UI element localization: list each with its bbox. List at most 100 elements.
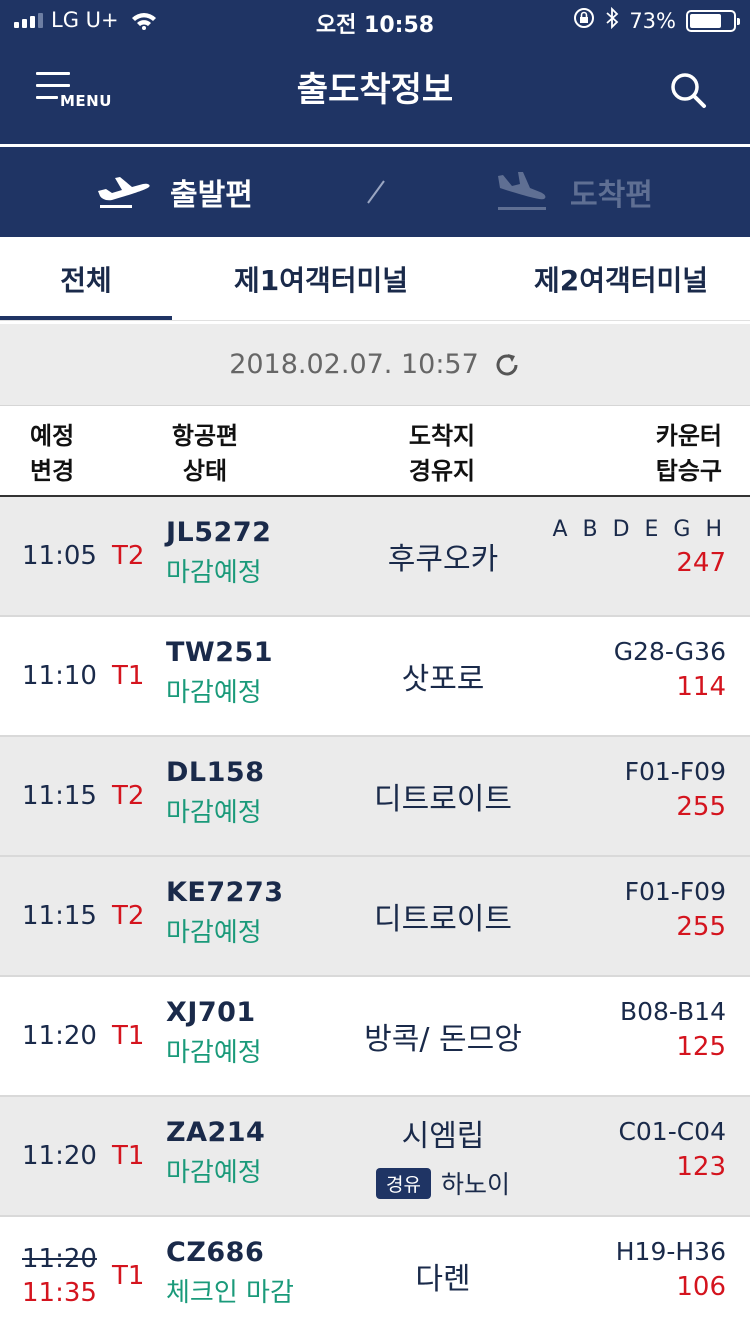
scheduled-time: 11:10 <box>22 661 97 691</box>
flight-row[interactable]: 11:20 T1 XJ701 마감예정 방콕/ 돈므앙 B08-B14 125 <box>0 977 750 1097</box>
counter: F01-F09 <box>624 877 726 906</box>
col-destination-header: 도착지 경유지 <box>408 422 476 485</box>
counter-gate: C01-C04 123 <box>618 1117 726 1182</box>
tab-all[interactable]: 전체 <box>0 237 172 321</box>
scheduled-time: 11:15 <box>22 901 97 931</box>
departures-label: 출발편 <box>170 178 253 213</box>
app-header: MENU 출도착정보 <box>0 40 750 144</box>
destination: 시엠립 경유 하노이 <box>300 1097 586 1215</box>
gate: 247 <box>676 548 726 578</box>
col-flight-header: 항공편 상태 <box>171 422 239 485</box>
counter: C01-C04 <box>618 1117 726 1146</box>
gate: 255 <box>676 912 726 942</box>
toggle-divider <box>367 180 385 204</box>
bluetooth-icon <box>605 6 619 34</box>
terminal-label: T1 <box>112 661 145 691</box>
gate: 106 <box>676 1272 726 1302</box>
flight-row[interactable]: 11:05 T2 JL5272 마감예정 후쿠오카 A B D E G H 24… <box>0 497 750 617</box>
mode-toggle: 출발편 도착편 <box>0 147 750 237</box>
tab-terminal-1[interactable]: 제1여객터미널 <box>210 237 432 321</box>
scheduled-time: 11:05 <box>22 541 97 571</box>
flight-row[interactable]: 11:10 T1 TW251 마감예정 삿포로 G28-G36 114 <box>0 617 750 737</box>
flight-status: 마감예정 <box>166 918 262 948</box>
flight-number: XJ701 <box>166 997 256 1028</box>
departures-toggle[interactable]: 출발편 <box>96 165 253 219</box>
flight-info: JL5272 마감예정 <box>166 517 271 589</box>
terminal-label: T1 <box>112 1261 145 1291</box>
counter-gate: B08-B14 125 <box>620 997 726 1062</box>
via-city: 하노이 <box>440 1170 510 1199</box>
original-time: 11:20 <box>22 1244 97 1274</box>
flight-status: 마감예정 <box>166 558 262 588</box>
updated-time: 2018.02.07. 10:57 <box>229 349 479 380</box>
flight-number: JL5272 <box>166 517 272 548</box>
scheduled-time: 11:15 <box>22 781 97 811</box>
flight-number: DL158 <box>166 757 265 788</box>
terminal-label: T2 <box>112 781 145 811</box>
changed-time: 11:35 <box>22 1278 97 1308</box>
orientation-lock-icon <box>573 7 595 34</box>
terminal-label: T1 <box>112 1141 145 1171</box>
destination: 삿포로 <box>401 662 485 697</box>
col-time-header: 예정 변경 <box>30 422 75 485</box>
flight-status: 마감예정 <box>166 1038 262 1068</box>
flight-info: TW251 마감예정 <box>166 637 273 709</box>
destination: 방콕/ 돈므앙 <box>364 1022 522 1057</box>
flight-row[interactable]: 11:20 T1 ZA214 마감예정 시엠립 경유 하노이 C01-C04 1… <box>0 1097 750 1217</box>
destination: 디트로이트 <box>374 782 512 817</box>
flight-number: TW251 <box>166 637 274 668</box>
status-bar: LG U+ 오전 10:58 73% <box>0 0 750 40</box>
scheduled-time: 11:20 11:35 <box>22 1217 97 1334</box>
flight-row[interactable]: 11:15 T2 DL158 마감예정 디트로이트 F01-F09 255 <box>0 737 750 857</box>
flight-number: KE7273 <box>166 877 284 908</box>
counter: F01-F09 <box>624 757 726 786</box>
counter-gate: H19-H36 106 <box>616 1237 726 1302</box>
refresh-bar: 2018.02.07. 10:57 <box>0 324 750 406</box>
destination: 다롄 <box>415 1262 471 1297</box>
destination: 디트로이트 <box>374 902 512 937</box>
gate: 125 <box>676 1032 726 1062</box>
flight-status: 마감예정 <box>166 678 262 708</box>
tab-terminal-2[interactable]: 제2여객터미널 <box>510 237 732 321</box>
counter-gate: G28-G36 114 <box>614 637 726 702</box>
arrivals-label: 도착편 <box>570 178 653 213</box>
refresh-icon <box>496 353 518 375</box>
arrival-plane-icon <box>498 172 546 210</box>
counter: G28-G36 <box>613 637 726 666</box>
refresh-button[interactable] <box>493 351 521 379</box>
flight-info: CZ686 체크인 마감 <box>166 1237 294 1309</box>
col-counter-header: 카운터 탑승구 <box>655 422 722 485</box>
counter-gate: A B D E G H 247 <box>552 517 726 578</box>
search-icon <box>671 73 706 108</box>
via-badge: 경유 <box>376 1167 431 1199</box>
flight-info: XJ701 마감예정 <box>166 997 262 1069</box>
page-title: 출도착정보 <box>296 70 454 110</box>
arrivals-toggle[interactable]: 도착편 <box>494 165 653 219</box>
flight-row[interactable]: 11:20 11:35 T1 CZ686 체크인 마감 다롄 H19-H36 1… <box>0 1217 750 1334</box>
counter-gate: F01-F09 255 <box>625 877 726 942</box>
flight-number: ZA214 <box>166 1117 266 1148</box>
scheduled-time: 11:20 <box>22 1141 97 1171</box>
terminal-tabs: 전체 제1여객터미널 제2여객터미널 <box>0 237 750 321</box>
counter-gate: F01-F09 255 <box>625 757 726 822</box>
flight-info: KE7273 마감예정 <box>166 877 284 949</box>
active-tab-indicator <box>0 316 172 320</box>
terminal-label: T1 <box>112 1021 145 1051</box>
gate: 123 <box>676 1152 726 1182</box>
destination: 후쿠오카 <box>387 542 499 577</box>
flight-row[interactable]: 11:15 T2 KE7273 마감예정 디트로이트 F01-F09 255 <box>0 857 750 977</box>
counter: A B D E G H <box>552 517 726 542</box>
flight-info: ZA214 마감예정 <box>166 1117 265 1189</box>
battery-icon <box>686 9 740 32</box>
terminal-label: T2 <box>112 901 145 931</box>
flight-status: 마감예정 <box>166 1158 262 1188</box>
search-button[interactable] <box>668 70 712 114</box>
column-headers: 예정 변경 항공편 상태 도착지 경유지 카운터 탑승구 <box>0 407 750 497</box>
counter: B08-B14 <box>619 997 726 1026</box>
flight-info: DL158 마감예정 <box>166 757 264 829</box>
flight-status: 마감예정 <box>166 798 262 828</box>
status-right: 73% <box>573 6 740 34</box>
counter: H19-H36 <box>615 1237 726 1266</box>
battery-percent: 73% <box>629 8 676 33</box>
via-stop: 경유 하노이 <box>376 1165 510 1201</box>
